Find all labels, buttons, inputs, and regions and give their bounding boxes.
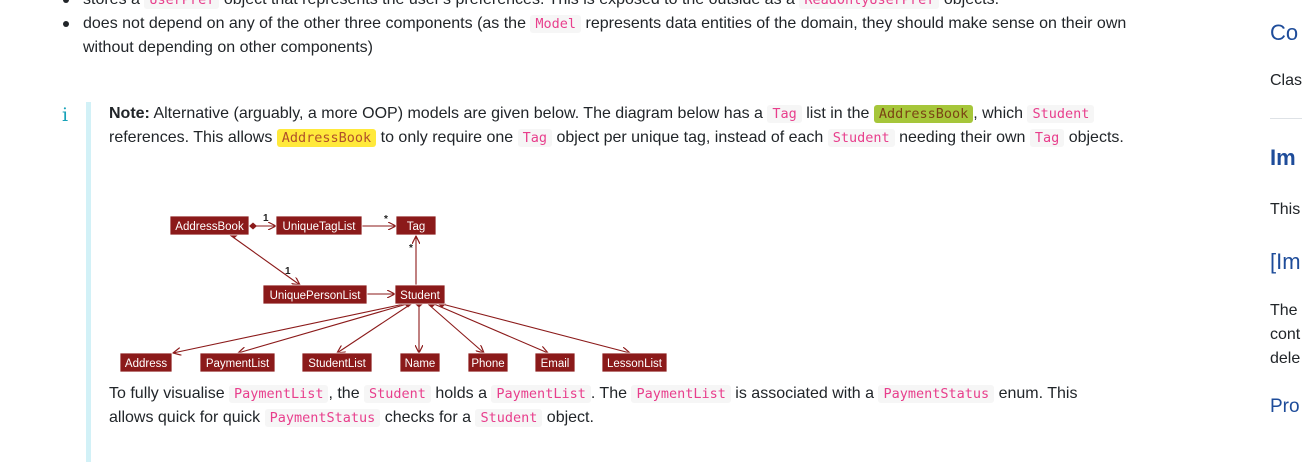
multiplicity-label: 1: [285, 266, 291, 277]
text: object that represents the user's prefer…: [219, 0, 799, 8]
text: Alternative (arguably, a more OOP) model…: [149, 105, 768, 122]
class-uniquepersonlist: UniquePersonList: [270, 290, 362, 302]
code-paymentlist: PaymentList: [631, 385, 731, 403]
code-paymentstatus: PaymentStatus: [878, 385, 995, 403]
class-name: Name: [405, 358, 436, 370]
assoc-student-studentlist: [337, 303, 412, 353]
toc-item[interactable]: The: [1270, 302, 1298, 320]
text: to only require one: [376, 129, 518, 146]
class-studentlist: StudentList: [308, 358, 366, 370]
list-item: does not depend on any of the other thre…: [60, 12, 1140, 59]
bullet-list: stores a UserPref object that represents…: [60, 0, 1140, 59]
bullet-dot: [63, 21, 69, 27]
toc-divider: [1270, 118, 1302, 119]
code-student: Student: [475, 409, 543, 427]
composition-diamond: [249, 222, 257, 230]
code-paymentstatus: PaymentStatus: [264, 409, 381, 427]
code-tag: Tag: [517, 129, 552, 147]
toc-item[interactable]: Clas: [1270, 72, 1302, 90]
text: is associated with a: [730, 385, 879, 402]
note-text: Note: Alternative (arguably, a more OOP)…: [109, 102, 1124, 150]
toc-item[interactable]: Co: [1270, 20, 1298, 46]
toc-item[interactable]: dele: [1270, 350, 1300, 368]
class-tag: Tag: [407, 221, 426, 233]
text: , the: [328, 385, 365, 402]
code-tag: Tag: [1029, 129, 1065, 147]
text: objects.: [939, 0, 999, 8]
text: To fully visualise: [109, 385, 230, 402]
assoc-student-phone: [427, 303, 484, 353]
class-lessonlist: LessonList: [607, 358, 663, 370]
text: object.: [542, 409, 594, 426]
code-tag: Tag: [767, 105, 802, 123]
assoc-student-lessonlist: [441, 303, 630, 353]
multiplicity-label: *: [409, 243, 413, 254]
table-of-contents: Co Clas Im This [Im The cont dele Pro: [1250, 0, 1302, 458]
code-readonlyuserpref: ReadOnlyUserPref: [799, 0, 940, 9]
toc-item[interactable]: Pro: [1270, 396, 1300, 418]
note-label: Note:: [109, 105, 150, 122]
class-phone: Phone: [471, 358, 504, 370]
code-paymentlist: PaymentList: [229, 385, 329, 403]
code-student: Student: [827, 129, 895, 147]
text: checks for a: [380, 409, 476, 426]
class-student: Student: [400, 290, 440, 302]
text: . The: [590, 385, 632, 402]
code-student: Student: [364, 385, 431, 403]
info-icon: i: [62, 104, 69, 126]
class-diagram: 1 * 1 * AddressBook UniqueTagList Tag Un…: [119, 213, 668, 373]
text: , which: [973, 105, 1028, 122]
class-address: Address: [125, 358, 167, 370]
text: stores a: [83, 0, 144, 8]
toc-item[interactable]: Im: [1270, 145, 1296, 171]
text: list in the: [801, 105, 874, 122]
code-addressbook-highlight: AddressBook: [276, 129, 377, 147]
text: does not depend on any of the other thre…: [83, 15, 531, 32]
text: references. This allows: [109, 129, 277, 146]
multiplicity-label: 1: [263, 213, 269, 224]
note-paragraph: To fully visualise PaymentList, the Stud…: [109, 382, 1124, 430]
code-userpref: UserPref: [144, 0, 220, 9]
class-paymentlist: PaymentList: [206, 358, 270, 370]
toc-item[interactable]: cont: [1270, 326, 1300, 344]
text: holds a: [430, 385, 492, 402]
code-addressbook-highlight: AddressBook: [873, 105, 974, 123]
class-email: Email: [541, 358, 570, 370]
assoc-student-email: [433, 303, 548, 353]
code-student: Student: [1027, 105, 1095, 123]
class-addressbook: AddressBook: [175, 221, 244, 233]
toc-item[interactable]: [Im: [1270, 249, 1301, 275]
list-item: stores a UserPref object that represents…: [60, 0, 1140, 12]
bullet-dot: [63, 0, 69, 3]
assoc-addressbook-uniquepersonlist: [229, 234, 300, 285]
text: object per unique tag, instead of each: [552, 129, 828, 146]
text: needing their own: [894, 129, 1030, 146]
text: objects.: [1064, 129, 1124, 146]
assoc-student-address: [173, 303, 405, 353]
toc-item[interactable]: This: [1270, 201, 1300, 219]
multiplicity-label: *: [384, 214, 388, 225]
class-uniquetaglist: UniqueTagList: [283, 221, 357, 233]
assoc-student-paymentlist: [238, 303, 408, 353]
code-paymentlist: PaymentList: [491, 385, 591, 403]
code-model: Model: [530, 15, 582, 33]
